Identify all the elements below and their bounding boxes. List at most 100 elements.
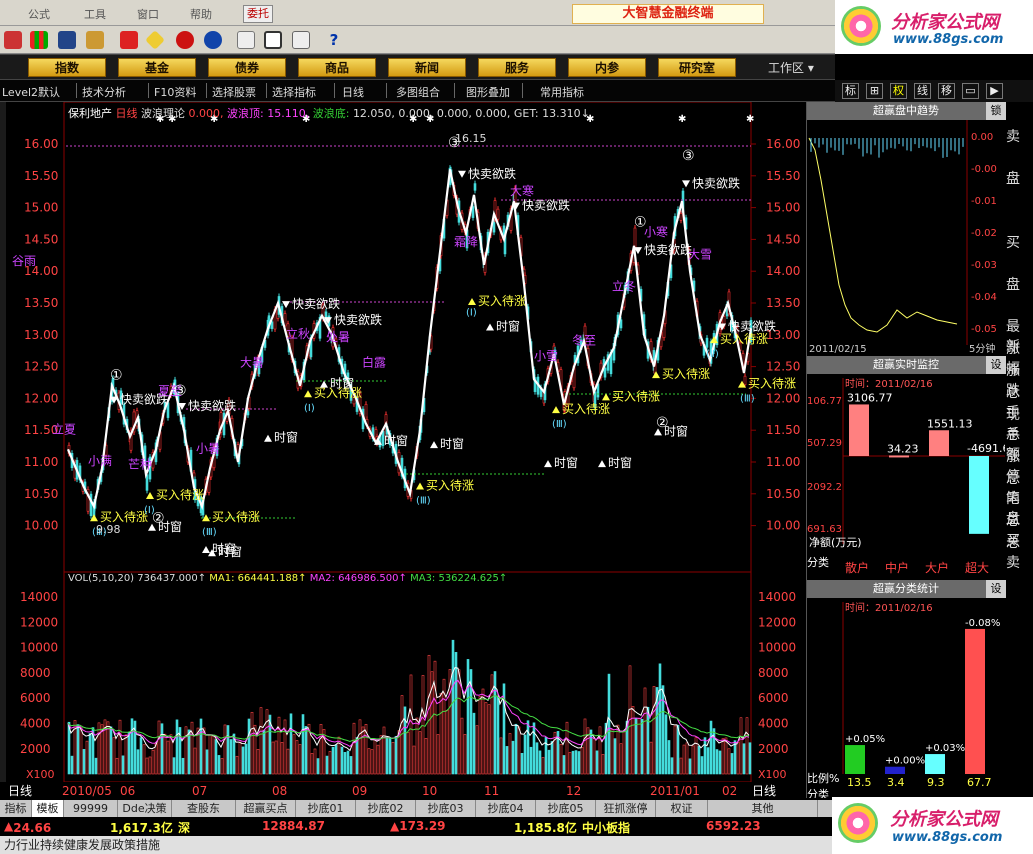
- bottom-tab[interactable]: 指标: [0, 800, 32, 817]
- nav-index[interactable]: 指数: [28, 58, 106, 77]
- chart-canvas[interactable]: 16.00 16.00 15.50 15.50 15.00 15.00 14.50 14.50…: [6, 102, 805, 782]
- volume-bar: [637, 718, 641, 775]
- wave-degree-marker: (Ⅲ): [416, 495, 431, 506]
- stats-bar-pct: +0.03%: [925, 743, 965, 754]
- bottom-tab[interactable]: 狂抓涨停: [596, 800, 656, 817]
- nav-bond[interactable]: 债券: [208, 58, 286, 77]
- color-block-icon[interactable]: [4, 31, 22, 49]
- nav-insider[interactable]: 内参: [568, 58, 646, 77]
- volume-bar: [406, 732, 410, 775]
- tool-play[interactable]: ▶: [986, 83, 1003, 99]
- volume-bar: [445, 710, 449, 775]
- chart-icon[interactable]: [120, 31, 138, 49]
- tab-f10[interactable]: F10资料: [154, 84, 196, 100]
- brand-red-icon[interactable]: [176, 31, 194, 49]
- tab-technical[interactable]: 技术分析: [82, 84, 126, 100]
- tool-rights[interactable]: 权: [890, 83, 907, 99]
- tool-mark[interactable]: 标: [842, 83, 859, 99]
- monitor-bar-label: 中户: [885, 560, 909, 575]
- document-icon[interactable]: [237, 31, 255, 49]
- buy-signal-label: 买入待涨: [156, 487, 204, 502]
- wave-bottom-label: 波浪底:: [312, 107, 350, 120]
- volume-bar: [583, 718, 587, 775]
- menu-help[interactable]: 帮助: [190, 6, 212, 22]
- volume-bar: [247, 718, 251, 775]
- volume-bar: [709, 720, 713, 775]
- bottom-tab[interactable]: 查股东: [172, 800, 236, 817]
- time-window-icon: [430, 441, 438, 449]
- table-icon[interactable]: [292, 31, 310, 49]
- tab-overlay[interactable]: 图形叠加: [466, 84, 510, 100]
- nav-research[interactable]: 研究室: [658, 58, 736, 77]
- nav-fund[interactable]: 基金: [118, 58, 196, 77]
- tab-common-indicators[interactable]: 常用指标: [540, 84, 584, 100]
- volume-bar: [271, 741, 275, 775]
- tool-grid[interactable]: ⊞: [866, 83, 883, 99]
- lock-button[interactable]: 锁: [986, 102, 1006, 120]
- trend-panel-title: 超赢盘中趋势: [807, 102, 1005, 120]
- volume-bar: [649, 741, 653, 775]
- kline-chart-area[interactable]: 16.00 16.00 15.50 15.50 15.00 15.00 14.50 14.50…: [0, 102, 805, 782]
- volume-bar: [733, 740, 737, 775]
- logo-name: 分析家公式网: [890, 809, 998, 830]
- diamond-icon[interactable]: [145, 30, 165, 50]
- price-tick-right: 14.00: [766, 264, 800, 278]
- bottom-tab[interactable]: 抄底04: [476, 800, 536, 817]
- monitor-axis-tick: 507.29: [807, 438, 842, 449]
- nav-commodity[interactable]: 商品: [298, 58, 376, 77]
- tab-level2[interactable]: Level2默认: [2, 84, 60, 100]
- candle-body: [705, 337, 709, 348]
- tab-daily[interactable]: 日线: [342, 84, 364, 100]
- bottom-tab[interactable]: 抄底05: [536, 800, 596, 817]
- volume-bar: [676, 724, 680, 775]
- volume-bar: [547, 749, 551, 775]
- buy-signal-icon: [468, 298, 476, 305]
- volume-bar: [160, 723, 164, 775]
- tool-line[interactable]: 线: [914, 83, 931, 99]
- bottom-tab[interactable]: 抄底01: [296, 800, 356, 817]
- nav-service[interactable]: 服务: [478, 58, 556, 77]
- monitor-settings-button[interactable]: 设: [986, 356, 1006, 374]
- stats-settings-button[interactable]: 设: [986, 580, 1006, 598]
- solar-term-label: 小满: [88, 454, 112, 468]
- volume-bar: [211, 735, 215, 775]
- wave-count-marker: ②: [656, 415, 669, 431]
- bottom-tab[interactable]: 其他: [708, 800, 818, 817]
- vol-tick-left: 10000: [20, 641, 58, 655]
- news-scroll[interactable]: 力行业持续健康发展政策措施: [0, 836, 832, 854]
- alarm-icon[interactable]: [86, 31, 104, 49]
- volume-bar: [550, 741, 554, 775]
- window-icon[interactable]: [264, 31, 282, 49]
- buy-signal-label: 买入待涨: [662, 366, 710, 381]
- kline-icon[interactable]: [30, 31, 48, 49]
- wave-top-value: 15.110,: [267, 107, 310, 120]
- tool-window[interactable]: ▭: [962, 83, 979, 99]
- tab-select-indicator[interactable]: 选择指标: [272, 84, 316, 100]
- menu-window[interactable]: 窗口: [137, 6, 159, 22]
- tool-move[interactable]: 移: [938, 83, 955, 99]
- menu-formula[interactable]: 公式: [28, 6, 50, 22]
- bottom-tab[interactable]: 权证: [656, 800, 708, 817]
- brand-blue-icon[interactable]: [204, 31, 222, 49]
- bottom-tab[interactable]: 超赢买点: [236, 800, 296, 817]
- bottom-tab[interactable]: 抄底03: [416, 800, 476, 817]
- volume-bar: [394, 736, 398, 775]
- menu-tools[interactable]: 工具: [84, 6, 106, 22]
- bottom-tab[interactable]: 模板: [32, 800, 64, 817]
- time-window-label: 时窗: [212, 542, 236, 556]
- price-tick-left: 15.50: [24, 169, 58, 183]
- volume-bar: [256, 749, 260, 775]
- binoculars-icon[interactable]: [58, 31, 76, 49]
- trade-button[interactable]: 委托: [243, 5, 273, 23]
- bottom-tab[interactable]: 99999: [64, 800, 118, 817]
- bottom-tab[interactable]: Dde决策: [118, 800, 172, 817]
- tab-multi-chart[interactable]: 多图组合: [396, 84, 440, 100]
- buy-signal-label: 买入待涨: [720, 331, 768, 346]
- volume-bar: [181, 757, 185, 775]
- workarea-dropdown[interactable]: 工作区 ▾: [768, 59, 814, 76]
- tab-select-stock[interactable]: 选择股票: [212, 84, 256, 100]
- nav-news[interactable]: 新闻: [388, 58, 466, 77]
- help-icon[interactable]: ?: [325, 31, 343, 49]
- price-tick-left: 12.00: [24, 391, 58, 405]
- bottom-tab[interactable]: 抄底02: [356, 800, 416, 817]
